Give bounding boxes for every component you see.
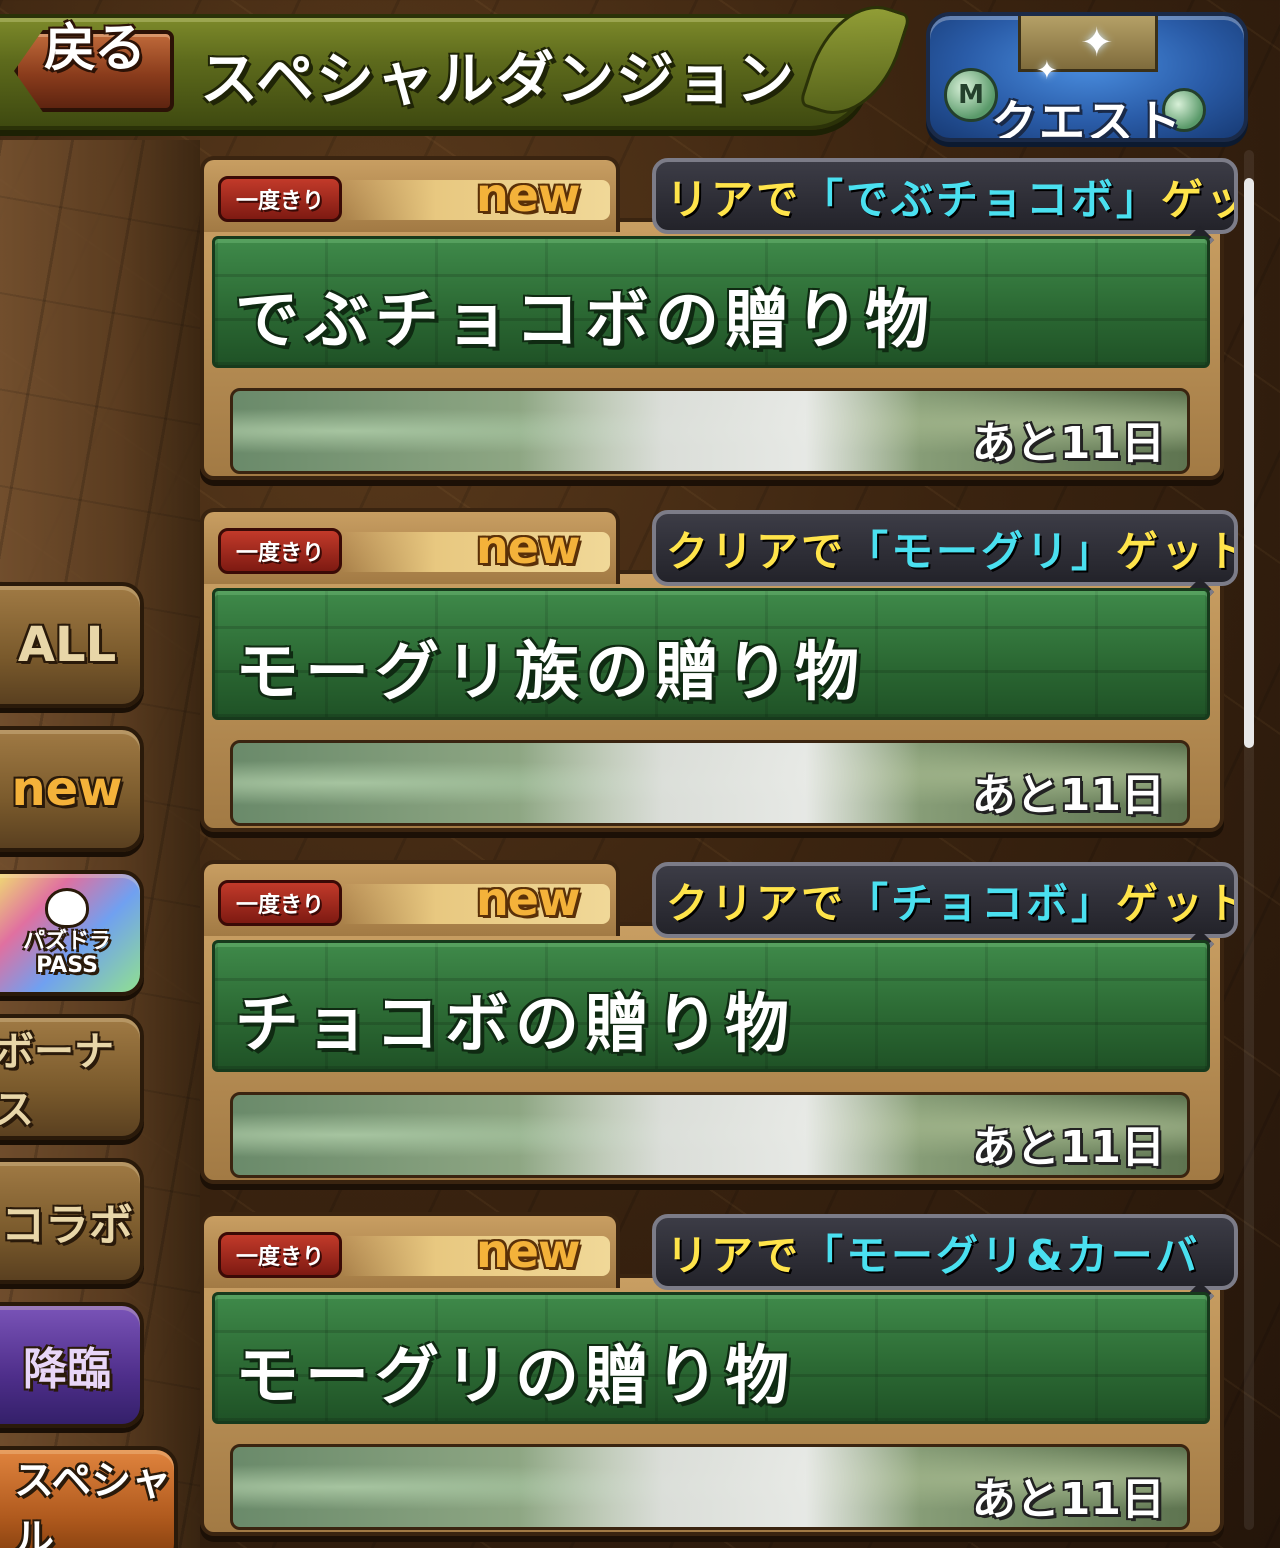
reward-text: クリアで「モーグリ」ゲット！ [666, 526, 1234, 576]
tab-descend[interactable]: 降臨 [0, 1302, 144, 1428]
remaining-days: あと11日 [971, 1122, 1165, 1173]
dungeon-card[interactable]: 一度きり new リアで「でぶチョコボ」ゲッ でぶチョコボの贈り物 あと11日 [200, 156, 1238, 486]
remaining-days: あと11日 [971, 1474, 1165, 1525]
reward-text: クリアで「チョコボ」ゲット！ [666, 878, 1234, 928]
header: 戻る スペシャルダンジョン [0, 0, 912, 140]
dungeon-title-plate[interactable]: でぶチョコボの贈り物 [212, 236, 1210, 368]
new-badge: new [476, 520, 580, 574]
remaining-days: あと11日 [971, 418, 1165, 469]
tab-bonus[interactable]: ボーナス [0, 1014, 144, 1140]
tab-new[interactable]: new [0, 726, 144, 852]
reward-text: リアで「でぶチョコボ」ゲッ [666, 174, 1234, 224]
reward-monster-name: 「チョコボ」 [846, 878, 1117, 928]
tab-pass[interactable]: パズドラ PASS [0, 870, 144, 996]
dungeon-banner[interactable]: あと11日 [230, 740, 1190, 826]
once-only-badge: 一度きり [218, 528, 342, 574]
once-only-badge: 一度きり [218, 1232, 342, 1278]
dungeon-name[interactable]: モーグリ族の贈り物 [235, 621, 865, 713]
tab-all-label[interactable]: ALL [18, 617, 116, 673]
pass-cat-icon [45, 888, 89, 928]
card-tabbar: 一度きり new [200, 860, 620, 936]
new-badge: new [476, 168, 580, 222]
reward-monster-name: 「モーグリ&カーバ [801, 1230, 1201, 1280]
dungeon-title-plate[interactable]: チョコボの贈り物 [212, 940, 1210, 1072]
tab-pass-label[interactable]: パズドラ PASS [0, 930, 140, 978]
sparkle-icon: ✦ [1036, 56, 1058, 86]
back-button-label[interactable]: 戻る [44, 6, 146, 81]
tab-collab[interactable]: コラボ [0, 1158, 144, 1284]
dungeon-card[interactable]: 一度きり new クリアで「モーグリ」ゲット！ モーグリ族の贈り物 あと11日 [200, 508, 1238, 838]
reward-text: リアで「モーグリ&カーバ [666, 1230, 1201, 1280]
quest-label[interactable]: クエスト [930, 86, 1244, 138]
tab-all[interactable]: ALL [0, 582, 144, 708]
tab-bonus-label[interactable]: ボーナス [0, 1019, 140, 1135]
tab-special-label[interactable]: スペシャル [14, 1448, 174, 1548]
scrollbar-thumb[interactable] [1244, 178, 1254, 748]
dungeon-banner[interactable]: あと11日 [230, 1444, 1190, 1530]
sparkle-icon: ✦ [1080, 20, 1114, 66]
dungeon-banner[interactable]: あと11日 [230, 1092, 1190, 1178]
card-tabbar: 一度きり new [200, 156, 620, 232]
dungeon-card[interactable]: 一度きり new クリアで「チョコボ」ゲット！ チョコボの贈り物 あと11日 [200, 860, 1238, 1190]
reward-bubble: クリアで「モーグリ」ゲット！ [652, 510, 1238, 586]
dungeon-name[interactable]: チョコボの贈り物 [235, 973, 795, 1065]
dungeon-name[interactable]: でぶチョコボの贈り物 [235, 269, 935, 361]
new-badge: new [476, 1224, 580, 1278]
quest-button[interactable]: M ✦ ✦ クエスト [926, 12, 1248, 142]
dungeon-card[interactable]: 一度きり new リアで「モーグリ&カーバ モーグリの贈り物 あと11日 [200, 1212, 1238, 1542]
reward-monster-name: 「でぶチョコボ」 [801, 174, 1162, 224]
once-only-badge: 一度きり [218, 880, 342, 926]
reward-bubble: クリアで「チョコボ」ゲット！ [652, 862, 1238, 938]
remaining-days: あと11日 [971, 770, 1165, 821]
dungeon-banner[interactable]: あと11日 [230, 388, 1190, 474]
dungeon-name[interactable]: モーグリの贈り物 [235, 1325, 795, 1417]
tab-collab-label[interactable]: コラボ [1, 1189, 133, 1253]
card-tabbar: 一度きり new [200, 508, 620, 584]
card-tabbar: 一度きり new [200, 1212, 620, 1288]
dungeon-title-plate[interactable]: モーグリの贈り物 [212, 1292, 1210, 1424]
new-badge: new [476, 872, 580, 926]
reward-bubble: リアで「でぶチョコボ」ゲッ [652, 158, 1238, 234]
dungeon-title-plate[interactable]: モーグリ族の贈り物 [212, 588, 1210, 720]
tab-special[interactable]: スペシャル [0, 1446, 178, 1548]
once-only-badge: 一度きり [218, 176, 342, 222]
reward-bubble: リアで「モーグリ&カーバ [652, 1214, 1238, 1290]
tab-new-label[interactable]: new [11, 761, 122, 817]
page-title: スペシャルダンジョン [200, 45, 796, 113]
tab-descend-label[interactable]: 降臨 [23, 1333, 111, 1397]
reward-monster-name: 「モーグリ」 [846, 526, 1117, 576]
